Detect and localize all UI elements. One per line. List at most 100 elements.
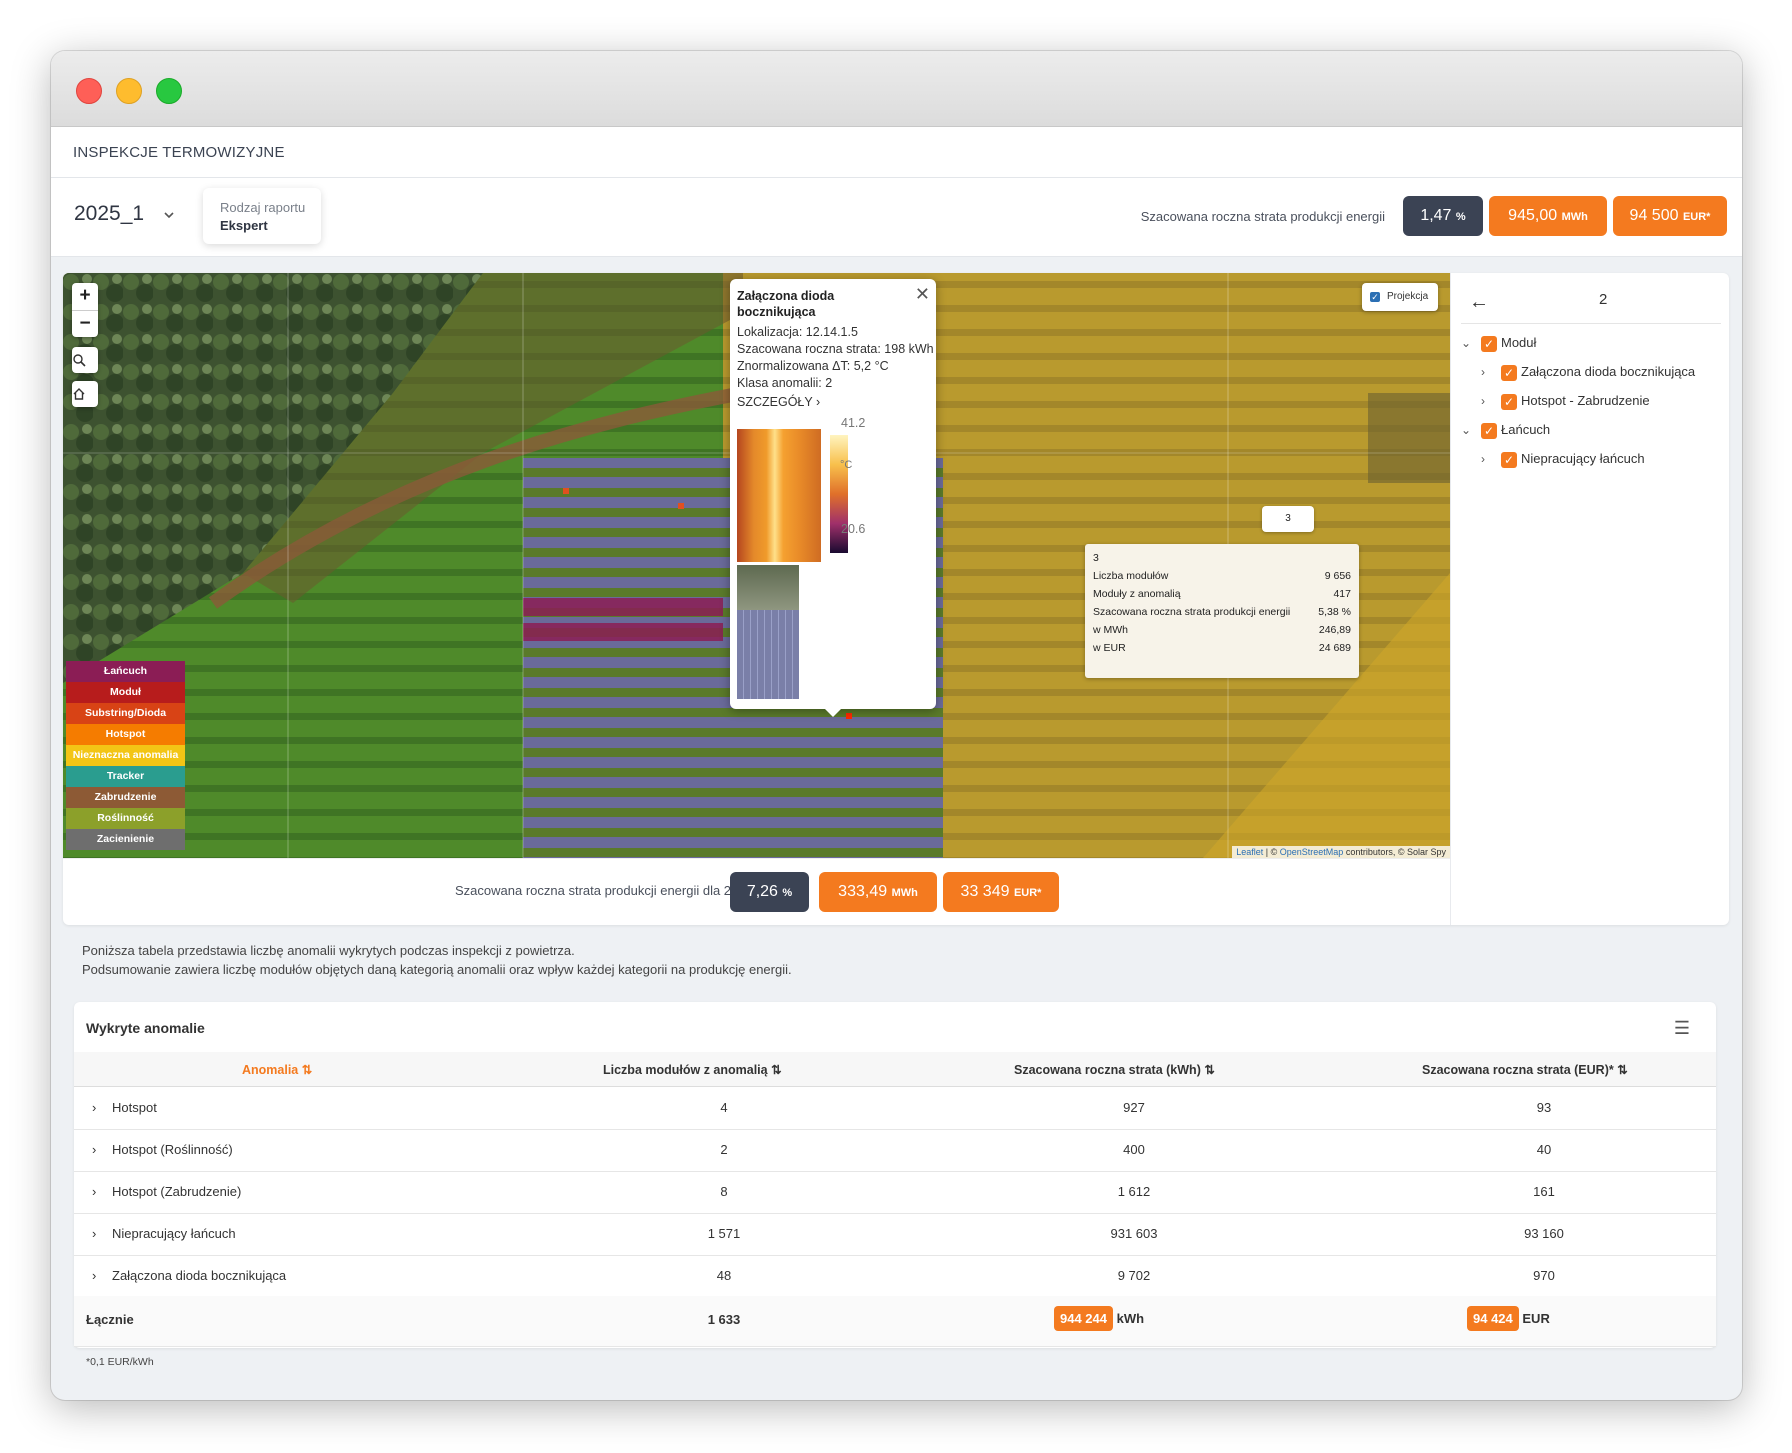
column-header-eur[interactable]: Szacowana roczna strata (EUR)* ⇅	[1422, 1062, 1628, 1077]
column-header-kwh[interactable]: Szacowana roczna strata (kWh) ⇅	[1014, 1062, 1215, 1077]
anomaly-filter-panel: ← 2 ⌄ ✓ Moduł › ✓ Załączona dioda bocznikują…	[1450, 273, 1730, 925]
details-link[interactable]: SZCZEGÓŁY ›	[737, 395, 820, 409]
table-row[interactable]: › Załączona dioda bocznikująca 48 9 702 …	[74, 1255, 1716, 1298]
table-title: Wykryte anomalie	[86, 1020, 205, 1036]
chevron-right-icon[interactable]: ›	[92, 1184, 96, 1199]
chevron-down-icon[interactable]	[162, 208, 178, 224]
tree-item-modul[interactable]: ⌄ ✓ Moduł	[1461, 333, 1536, 353]
checkbox-checked-icon[interactable]: ✓	[1501, 364, 1517, 381]
total-modules: 1 633	[707, 1312, 741, 1327]
chevron-right-icon[interactable]: ›	[92, 1268, 96, 1283]
checkbox-checked-icon[interactable]: ✓	[1481, 335, 1497, 352]
window-titlebar	[51, 51, 1742, 127]
close-window-button[interactable]	[76, 78, 102, 104]
tree-item-lancuch[interactable]: ⌄ ✓ Łańcuch	[1461, 420, 1550, 440]
cell-kwh: 9 702	[1117, 1268, 1151, 1283]
cell-eur: 40	[1536, 1142, 1552, 1157]
projection-toggle[interactable]: ✓ Projekcja	[1362, 283, 1438, 311]
sort-icon: ⇅	[771, 1063, 782, 1077]
table-header: Anomalia ⇅ Liczba modułów z anomalią ⇅ S…	[74, 1052, 1716, 1087]
menu-icon[interactable]: ☰	[1674, 1018, 1690, 1039]
table-row[interactable]: › Hotspot (Zabrudzenie) 8 1 612 161	[74, 1171, 1716, 1214]
column-header-modules[interactable]: Liczba modułów z anomalią ⇅	[603, 1062, 782, 1077]
map-legend: Łańcuch Moduł Substring/Dioda Hotspot Ni…	[66, 661, 185, 850]
selected-block-label: 2	[1599, 291, 1608, 308]
leaflet-link[interactable]: Leaflet	[1236, 847, 1263, 857]
block-loss-percent-badge: 7,26 %	[730, 872, 809, 912]
intro-line: Podsumowanie zawiera liczbę modułów obję…	[82, 962, 792, 977]
tree-item-dioda[interactable]: › ✓ Załączona dioda bocznikująca	[1481, 362, 1695, 382]
tooltip-row: Szacowana roczna strata produkcji energi…	[1093, 606, 1351, 618]
checkbox-checked-icon[interactable]: ✓	[1501, 451, 1517, 468]
table-row[interactable]: › Niepracujący łańcuch 1 571 931 603 93 …	[74, 1213, 1716, 1256]
anomaly-marker[interactable]	[846, 713, 852, 719]
legend-item: Łańcuch	[66, 661, 185, 682]
legend-item: Roślinność	[66, 808, 185, 829]
arrow-left-icon[interactable]: ←	[1469, 291, 1489, 314]
osm-link[interactable]: OpenStreetMap	[1280, 847, 1344, 857]
close-icon[interactable]: ✕	[915, 284, 930, 305]
panel-header: ← 2	[1461, 289, 1721, 324]
cell-eur: 93 160	[1524, 1226, 1564, 1241]
cell-anomaly: Hotspot (Zabrudzenie)	[112, 1184, 242, 1199]
popup-anomaly-class: Klasa anomalii: 2	[737, 376, 833, 390]
tooltip-row: Liczba modułów 9 656	[1093, 570, 1351, 582]
table-total-row: Łącznie 1 633 944 244 kWh 94 424 EUR	[74, 1296, 1716, 1347]
chevron-right-icon[interactable]: ›	[92, 1226, 96, 1241]
legend-item: Moduł	[66, 682, 185, 703]
rgb-image[interactable]	[737, 565, 799, 699]
block-loss-eur-badge: 33 349 EUR*	[943, 872, 1059, 912]
cell-eur: 93	[1536, 1100, 1552, 1115]
cell-kwh: 931 603	[1110, 1226, 1158, 1241]
period-selector[interactable]: 2025_1	[74, 202, 144, 226]
chevron-right-icon[interactable]: ›	[1481, 391, 1495, 411]
popup-est-loss: Szacowana roczna strata: 198 kWh	[737, 342, 934, 356]
chevron-right-icon[interactable]: ›	[1481, 449, 1495, 469]
temp-max-label: 41.2	[841, 416, 866, 430]
chevron-down-icon[interactable]: ⌄	[1461, 333, 1475, 353]
popup-delta-t: Znormalizowana ΔT: 5,2 °C	[737, 359, 889, 373]
table-row[interactable]: › Hotspot 4 927 93	[74, 1087, 1716, 1130]
cell-modules: 8	[720, 1184, 728, 1199]
table-row[interactable]: › Hotspot (Roślinność) 2 400 40	[74, 1129, 1716, 1172]
maximize-window-button[interactable]	[156, 78, 182, 104]
tooltip-row: Moduły z anomalią 417	[1093, 588, 1351, 600]
checkbox-checked-icon[interactable]: ✓	[1481, 422, 1497, 439]
total-eur: 94 424 EUR	[1467, 1306, 1550, 1331]
home-icon[interactable]	[72, 381, 98, 407]
tree-item-hotspot-zabrudzenie[interactable]: › ✓ Hotspot - Zabrudzenie	[1481, 391, 1650, 411]
chevron-down-icon[interactable]: ⌄	[1461, 420, 1475, 440]
map-panel: + − ✓ Projekcja Łańcuch Moduł Substring/…	[63, 273, 1729, 925]
cell-eur: 970	[1533, 1268, 1555, 1283]
map-view[interactable]: + − ✓ Projekcja Łańcuch Moduł Substring/…	[63, 273, 1450, 858]
tree-item-niepracujacy-lancuch[interactable]: › ✓ Niepracujący łańcuch	[1481, 449, 1645, 469]
total-label: Łącznie	[86, 1312, 134, 1327]
zoom-box-icon[interactable]	[72, 347, 98, 373]
temp-min-label: 20.6	[841, 522, 866, 536]
thermal-image[interactable]	[737, 429, 821, 562]
block-loss-summary: Szacowana roczna strata produkcji energi…	[63, 858, 1450, 926]
legend-item: Substring/Dioda	[66, 703, 185, 724]
projection-label: Projekcja	[1387, 291, 1429, 302]
block-tooltip: 3 Liczba modułów 9 656 Moduły z anomalią 4…	[1085, 544, 1359, 678]
zoom-in-button[interactable]: +	[72, 283, 98, 311]
checkbox-checked-icon[interactable]: ✓	[1501, 393, 1517, 410]
report-type-selector[interactable]: Rodzaj raportu Ekspert	[203, 188, 321, 244]
tooltip-title: 3	[1093, 552, 1099, 564]
cell-kwh: 400	[1123, 1142, 1145, 1157]
sort-asc-icon: ⇅	[301, 1063, 313, 1077]
chevron-right-icon[interactable]: ›	[92, 1100, 96, 1115]
minimize-window-button[interactable]	[116, 78, 142, 104]
sort-icon: ⇅	[1204, 1063, 1215, 1077]
cell-modules: 48	[716, 1268, 732, 1283]
loss-label: Szacowana roczna strata produkcji energi…	[1140, 209, 1385, 224]
column-header-anomalia[interactable]: Anomalia ⇅	[242, 1062, 312, 1077]
loss-eur-badge: 94 500 EUR*	[1613, 196, 1727, 236]
zoom-out-button[interactable]: −	[72, 311, 98, 338]
block-marker[interactable]: 3	[1262, 506, 1314, 532]
chevron-right-icon[interactable]: ›	[92, 1142, 96, 1157]
report-type-label: Rodzaj raportu	[220, 200, 306, 215]
chevron-right-icon[interactable]: ›	[1481, 362, 1495, 382]
app-header: INSPEKCJE TERMOWIZYJNE	[51, 127, 1742, 178]
table-footnote: *0,1 EUR/kWh	[86, 1356, 154, 1368]
